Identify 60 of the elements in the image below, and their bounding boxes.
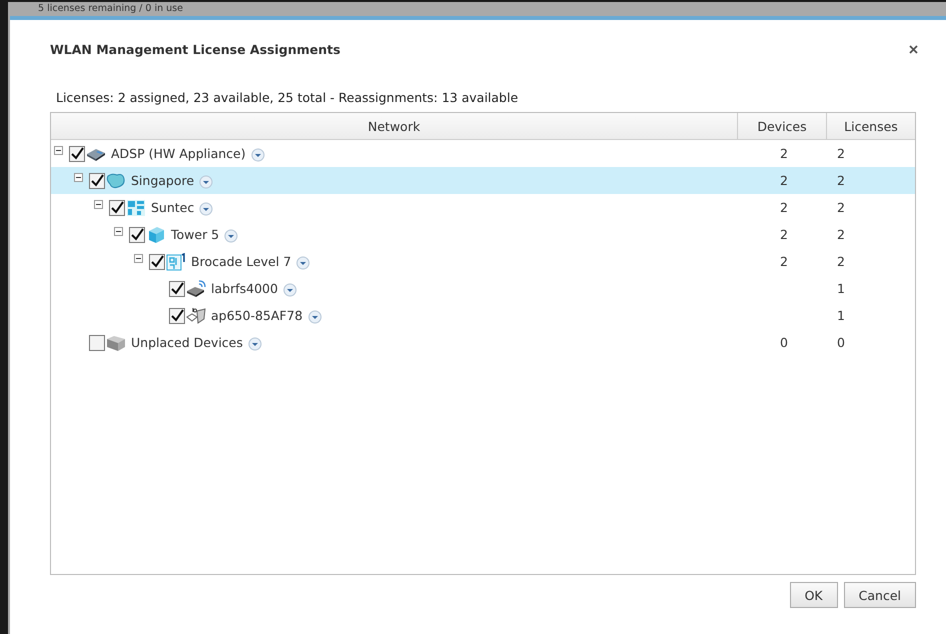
license-count: 2: [837, 227, 845, 242]
dialog-title: WLAN Management License Assignments: [50, 42, 340, 56]
network-node-label[interactable]: labrfs4000: [211, 281, 278, 296]
column-header[interactable]: Network: [51, 113, 738, 139]
dropdown-icon[interactable]: [250, 148, 265, 162]
dropdown-icon[interactable]: [282, 283, 297, 297]
license-count: 1: [837, 308, 845, 323]
ok-button[interactable]: OK: [790, 582, 838, 608]
license-count: 1: [837, 281, 845, 296]
network-node-label[interactable]: ADSP (HW Appliance): [111, 146, 246, 161]
network-node-label[interactable]: Unplaced Devices: [131, 335, 243, 350]
license-summary: Licenses: 2 assigned, 23 available, 25 total - Reassignments: 13 available: [55, 89, 520, 107]
cube-icon: [146, 226, 166, 244]
network-node-label[interactable]: Brocade Level 7: [191, 254, 292, 269]
checkbox[interactable]: [89, 334, 105, 350]
collapse-icon[interactable]: [134, 254, 143, 263]
site-plan-icon: [126, 198, 146, 216]
checkbox[interactable]: [109, 200, 125, 216]
device-count: 2: [780, 173, 788, 188]
dropdown-icon[interactable]: [199, 175, 214, 189]
dropdown-icon[interactable]: [199, 202, 214, 216]
checkbox[interactable]: [169, 308, 185, 324]
selected-row[interactable]: Singapore 2 2: [51, 167, 915, 194]
license-count: 2: [837, 200, 845, 215]
license-count: 0: [837, 335, 845, 350]
network-node-label[interactable]: Tower 5: [171, 227, 220, 242]
column-header[interactable]: Devices: [738, 113, 827, 139]
dropdown-icon[interactable]: [296, 256, 310, 270]
dropdown-icon[interactable]: [248, 337, 262, 351]
dropdown-icon[interactable]: [224, 229, 238, 243]
collapse-icon[interactable]: [94, 200, 103, 209]
floor-plan-icon: [166, 252, 186, 270]
cancel-button[interactable]: Cancel: [844, 582, 916, 608]
checkbox[interactable]: [149, 254, 165, 270]
checkbox[interactable]: [89, 172, 105, 188]
network-node-label[interactable]: Singapore: [131, 173, 194, 188]
close-icon[interactable]: [909, 44, 918, 54]
license-count: 2: [837, 173, 845, 188]
checkbox[interactable]: [169, 280, 185, 296]
wireless-device-icon: [186, 280, 206, 298]
device-count: 2: [780, 227, 788, 242]
map-region-icon: [106, 172, 126, 190]
collapse-icon[interactable]: [74, 173, 83, 182]
license-count: 2: [837, 146, 845, 161]
background-text: 5 licenses remaining / 0 in use: [38, 3, 183, 15]
device-count: 0: [780, 335, 788, 350]
column-header[interactable]: Licenses: [827, 113, 915, 139]
license-count: 2: [837, 254, 845, 269]
folder-icon: [106, 334, 126, 352]
access-point-icon: [186, 306, 206, 324]
collapse-icon[interactable]: [54, 146, 63, 155]
collapse-icon[interactable]: [114, 227, 123, 236]
device-count: 2: [780, 146, 788, 161]
network-node-label[interactable]: Suntec: [151, 200, 194, 215]
device-count: 2: [780, 200, 788, 215]
network-node-label[interactable]: ap650-85AF78: [211, 308, 303, 323]
checkbox[interactable]: [69, 146, 85, 162]
checkbox[interactable]: [129, 226, 145, 242]
dropdown-icon[interactable]: [308, 310, 322, 324]
device-count: 2: [780, 254, 788, 269]
